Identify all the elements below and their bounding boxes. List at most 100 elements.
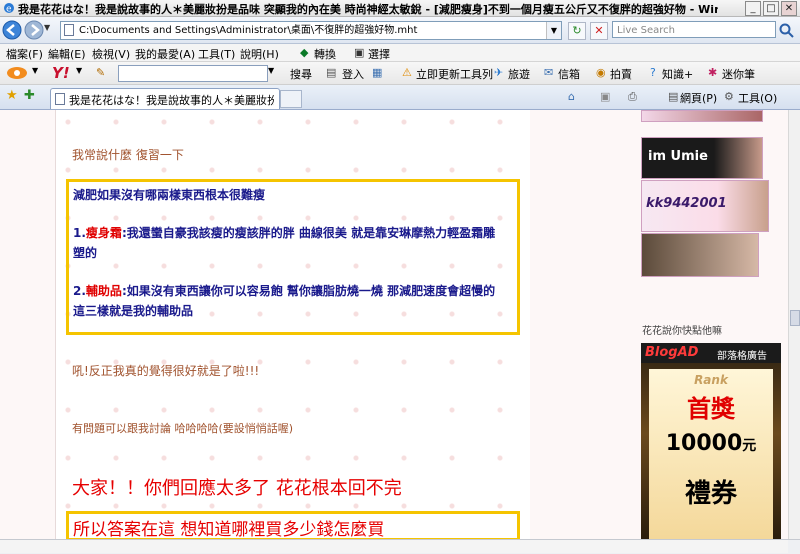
menu-edit[interactable]: 編輯(E) — [48, 46, 86, 62]
refresh-button[interactable]: ↻ — [568, 22, 586, 40]
ie-icon: e — [4, 3, 14, 15]
title-bar: e 我是花花はな！我是說故事的人＊美麗妝扮是品味 突顯我的內在美 時尚神經太敏銳… — [0, 0, 800, 17]
item2-text-b: 這三樣就是我的輔助品 — [73, 304, 194, 318]
post-line-review: 我常說什麼 復習一下 — [72, 148, 184, 162]
menu-view[interactable]: 檢視(V) — [92, 46, 130, 62]
yahoo-toolbar: ▼ Y! ▼ ✎ ▼ 搜尋 ▤ 登入 ▦ ⚠ 立即更新工具列 ✈ 旅遊 ✉ 信箱… — [0, 62, 800, 85]
sidebar-banner-kk[interactable]: kk9442001 — [641, 180, 769, 232]
left-margin — [0, 110, 55, 539]
item1-line-a: 1.瘦身霜:我還蠻自豪我該瘦的瘦該胖的胖 曲線很美 就是靠安琳摩熱力輕盈霜雕 — [73, 224, 495, 241]
blogad-logo: BlogAD — [645, 345, 699, 360]
vertical-scrollbar[interactable] — [788, 110, 800, 539]
menu-tools[interactable]: 工具(T) — [198, 46, 235, 62]
pen-icon[interactable]: ✎ — [96, 66, 105, 79]
eye-dropdown-icon[interactable]: ▼ — [32, 66, 38, 75]
update-toolbar-button[interactable]: 立即更新工具列 — [416, 66, 493, 82]
menu-bar: 檔案(F) 編輯(E) 檢視(V) 我的最愛(A) 工具(T) 說明(H) ◆ … — [0, 44, 800, 62]
scrollbar-thumb[interactable] — [790, 310, 800, 326]
maximize-button[interactable]: □ — [763, 1, 779, 16]
item1-label: 瘦身霜 — [85, 226, 122, 240]
page-viewport: 我常說什麼 復習一下 減肥如果沒有哪兩樣東西根本很難瘦 1.瘦身霜:我還蠻自豪我… — [0, 110, 788, 539]
ad-rank: Rank — [694, 373, 728, 387]
convert-icon: ◆ — [300, 46, 309, 59]
knowledge-icon: ? — [650, 66, 656, 79]
warning-icon: ⚠ — [402, 66, 412, 79]
box-title: 減肥如果沒有哪兩樣東西根本很難瘦 — [73, 188, 266, 202]
close-button[interactable]: ✕ — [781, 1, 797, 16]
sidebar: im Umie kk9442001 花花說你快點他嘛 BlogAD 部落格廣告 … — [530, 110, 788, 539]
select-icon: ▣ — [354, 46, 365, 59]
print-icon[interactable]: ⎙ — [628, 90, 637, 104]
add-favorite-icon[interactable]: ✚ — [24, 88, 35, 103]
yahoo-logo-icon[interactable]: Y! — [52, 64, 70, 82]
item1-prefix: 1. — [73, 226, 86, 240]
tab-title: 我是花花はな！我是說故事的人＊美麗妝扮是品... — [69, 94, 274, 107]
ad-amount-unit: 元 — [742, 438, 757, 454]
tab-bar: ★ ✚ 我是花花はな！我是說故事的人＊美麗妝扮是品... ⌂ ▣ ⎙ ▤ 網頁(… — [0, 85, 800, 110]
auction-button[interactable]: 拍賣 — [610, 66, 632, 82]
search-icon[interactable] — [778, 22, 796, 38]
highlight-box: 減肥如果沒有哪兩樣東西根本很難瘦 1.瘦身霜:我還蠻自豪我該瘦的瘦該胖的胖 曲線… — [66, 179, 520, 335]
address-dropdown-icon[interactable]: ▼ — [546, 22, 561, 39]
address-url: C:\Documents and Settings\Administrator\… — [79, 25, 418, 36]
horizontal-scrollbar[interactable] — [0, 540, 788, 553]
menu-file[interactable]: 檔案(F) — [6, 46, 43, 62]
back-icon[interactable] — [2, 20, 22, 40]
sidebar-banner-photo[interactable] — [641, 233, 759, 277]
yahoo-search-dropdown-icon[interactable]: ▼ — [268, 66, 274, 75]
sidebar-banner-top[interactable] — [641, 110, 763, 122]
travel-icon: ✈ — [494, 66, 504, 79]
history-dropdown-icon[interactable]: ▼ — [44, 23, 54, 35]
mini-pen-icon: ✱ — [708, 66, 718, 79]
forward-icon[interactable] — [24, 20, 44, 40]
post-line-recommend: 吼!反正我真的覺得很好就是了啦!!! — [72, 364, 260, 378]
options-icon[interactable]: ▦ — [372, 66, 382, 79]
item1-text-a: :我還蠻自豪我該瘦的瘦該胖的胖 曲線很美 就是靠安琳摩熱力輕盈霜雕 — [121, 226, 496, 240]
select-button[interactable]: 選擇 — [368, 46, 390, 62]
ad-frame: Rank 首獎 10000元 禮券 — [649, 369, 773, 539]
svg-text:e: e — [6, 5, 12, 15]
stop-button[interactable]: ✕ — [590, 22, 608, 40]
convert-button[interactable]: 轉換 — [314, 46, 336, 62]
sidebar-banner-umie[interactable]: im Umie — [641, 137, 763, 179]
yahoo-dropdown-icon[interactable]: ▼ — [76, 66, 82, 75]
eye-icon[interactable] — [6, 66, 28, 80]
minimize-button[interactable]: _ — [745, 1, 761, 16]
item2-line-a: 2.輔助品:如果沒有東西讓你可以容易飽 幫你讓脂肪燒一燒 那減肥速度會超慢的 — [73, 282, 495, 299]
mini-pen-button[interactable]: 迷你筆 — [722, 66, 755, 82]
tools-menu-button[interactable]: 工具(O) — [738, 90, 777, 106]
auction-icon: ◉ — [596, 66, 606, 79]
tab-active[interactable]: 我是花花はな！我是說故事的人＊美麗妝扮是品... — [50, 88, 280, 109]
banner-kk-text: kk9442001 — [646, 196, 727, 211]
answer-line: 所以答案在這 想知道哪裡買多少錢怎麼買 — [73, 520, 385, 539]
address-toolbar: ▼ C:\Documents and Settings\Administrato… — [0, 17, 800, 44]
favorites-star-icon[interactable]: ★ — [6, 88, 18, 103]
ad-top-prize: 首獎 — [687, 395, 735, 423]
ad-amount-number: 10000 — [665, 431, 743, 456]
home-icon[interactable]: ⌂ — [568, 90, 575, 103]
banner-umie-text: im Umie — [648, 149, 708, 164]
item1-text-b: 塑的 — [73, 246, 98, 260]
blog-post: 我常說什麼 復習一下 減肥如果沒有哪兩樣東西根本很難瘦 1.瘦身霜:我還蠻自豪我… — [55, 110, 532, 539]
new-tab-button[interactable] — [280, 90, 302, 108]
big-notice-line: 大家！！你們回應太多了 花花根本回不完 — [72, 478, 402, 499]
ad-coupon: 禮券 — [684, 479, 737, 509]
ad-banner[interactable]: Rank 首獎 10000元 禮券 — [641, 363, 781, 539]
menu-help[interactable]: 說明(H) — [240, 46, 279, 62]
login-button[interactable]: 登入 — [342, 66, 364, 82]
live-search-input[interactable]: Live Search — [612, 21, 776, 38]
page-menu-button[interactable]: 網頁(P) — [680, 90, 717, 106]
mail-button[interactable]: 信箱 — [558, 66, 580, 82]
yahoo-search-input[interactable] — [118, 65, 268, 82]
travel-button[interactable]: 旅遊 — [508, 66, 530, 82]
blogad-header[interactable]: BlogAD 部落格廣告 — [641, 343, 781, 363]
knowledge-button[interactable]: 知識+ — [662, 66, 693, 82]
page-menu-icon: ▤ — [668, 90, 679, 103]
feeds-icon[interactable]: ▣ — [600, 90, 610, 103]
mail-icon: ✉ — [544, 66, 554, 79]
tools-gear-icon: ⚙ — [724, 90, 734, 103]
post-line-discuss: 有問題可以跟我討論 哈哈哈哈(要設悄悄話喔) — [72, 422, 294, 435]
yahoo-search-button[interactable]: 搜尋 — [290, 66, 312, 82]
menu-favorites[interactable]: 我的最愛(A) — [135, 46, 195, 62]
address-field[interactable]: C:\Documents and Settings\Administrator\… — [60, 21, 562, 40]
